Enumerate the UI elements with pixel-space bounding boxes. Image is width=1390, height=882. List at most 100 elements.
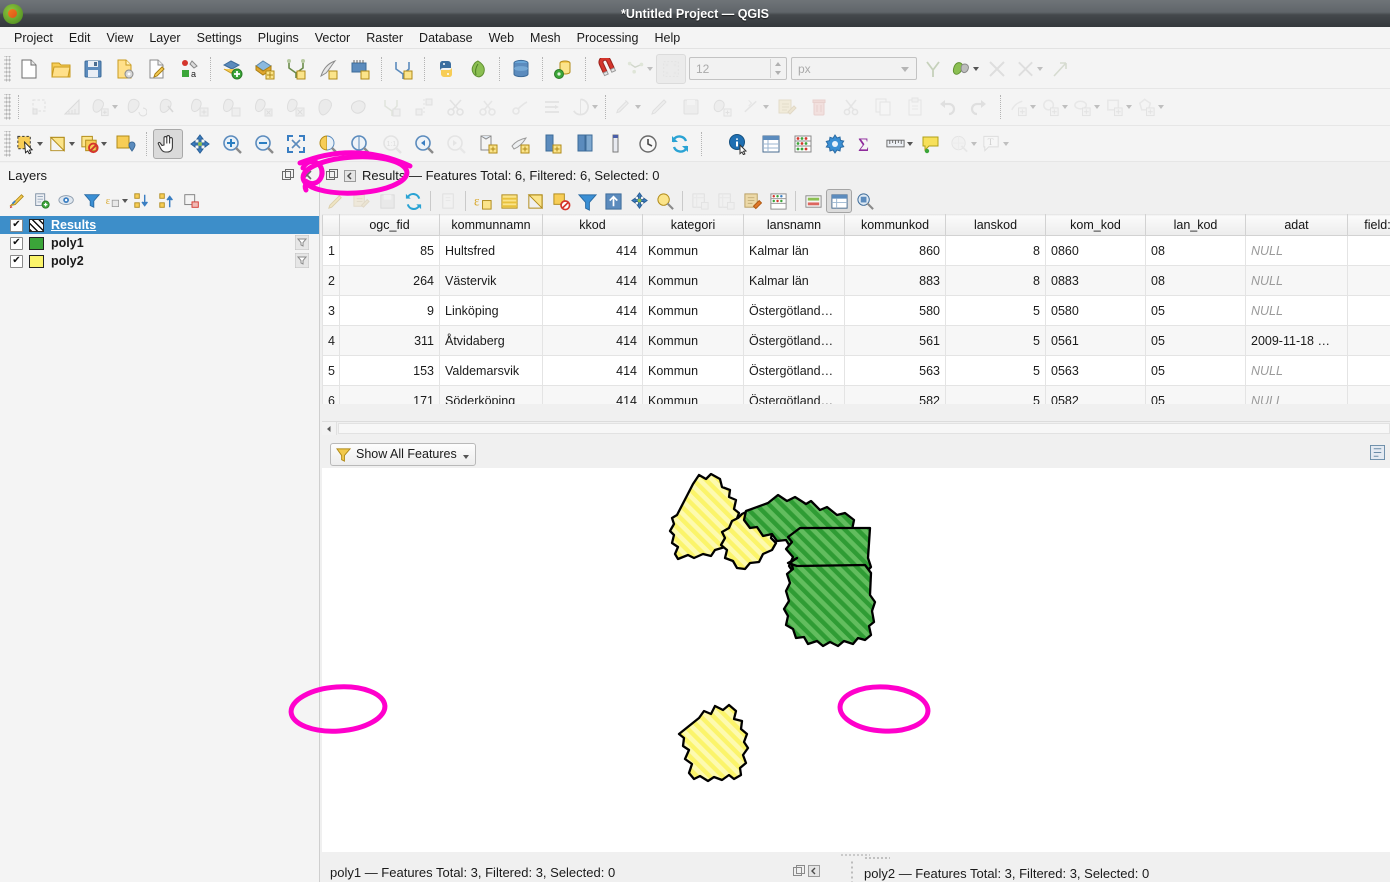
cell-kategori[interactable]: Kommun: [642, 265, 744, 296]
cell-adat[interactable]: NULL: [1245, 385, 1348, 404]
zoom-in-button[interactable]: [217, 129, 247, 159]
cell-kommunnamn[interactable]: Åtvidaberg: [439, 325, 543, 356]
cell-kommunnamn[interactable]: Västervik: [439, 265, 543, 296]
cell-lanskod[interactable]: 5: [945, 385, 1046, 404]
snapping-tolerance-input[interactable]: 12: [689, 57, 787, 80]
new-3d-map-view-button[interactable]: [505, 129, 535, 159]
cell-ogc-fid[interactable]: 311: [339, 325, 440, 356]
poly1-collapse-icon[interactable]: [808, 865, 820, 880]
vertex-tool-button[interactable]: [153, 92, 183, 122]
chevron-down-icon[interactable]: [1158, 105, 1164, 109]
rotate-point-symbols-button[interactable]: [569, 92, 599, 122]
cut-button[interactable]: [836, 92, 866, 122]
layer-filter-icon[interactable]: [294, 252, 310, 271]
chevron-down-icon[interactable]: [1126, 105, 1132, 109]
add-line-feature-button[interactable]: [1007, 92, 1037, 122]
copy-feature-button[interactable]: [217, 92, 247, 122]
cell-field[interactable]: [1347, 385, 1390, 404]
enable-tracing-button[interactable]: [656, 53, 686, 84]
zoom-to-selection-button[interactable]: [313, 129, 343, 159]
style-manager-button[interactable]: a: [174, 54, 204, 84]
digitize-with-segment-button[interactable]: [740, 92, 770, 122]
pan-to-selection-button[interactable]: [185, 129, 215, 159]
cell-lansnamn[interactable]: Östergötland…: [743, 385, 845, 404]
add-ellipse-feature-button[interactable]: [1071, 92, 1101, 122]
new-field-button[interactable]: [687, 189, 713, 213]
zoom-next-button[interactable]: [441, 129, 471, 159]
cell-ogc-fid[interactable]: 153: [339, 355, 440, 386]
chevron-down-icon[interactable]: [907, 141, 913, 146]
undo-button[interactable]: [932, 92, 962, 122]
cell-kommunkod[interactable]: 561: [844, 325, 946, 356]
cell-lan-kod[interactable]: 08: [1145, 235, 1246, 266]
delete-selected-button[interactable]: [281, 92, 311, 122]
table-row[interactable]: 2 264 Västervik 414 Kommun Kalmar län 88…: [322, 265, 1390, 296]
scrollbar-track[interactable]: [338, 423, 1390, 434]
toggle-editing-button[interactable]: [644, 92, 674, 122]
undock-table-icon[interactable]: [326, 168, 340, 183]
add-circle-feature-button[interactable]: [1039, 92, 1069, 122]
col-field[interactable]: field:: [1347, 214, 1390, 236]
delete-field-button[interactable]: [713, 189, 739, 213]
pan-map-button[interactable]: [153, 128, 183, 159]
table-row[interactable]: 3 9 Linköping 414 Kommun Östergötland… 5…: [322, 295, 1390, 326]
new-map-view-button[interactable]: [473, 129, 503, 159]
cell-adat[interactable]: NULL: [1245, 265, 1348, 296]
measure-tool-button[interactable]: [601, 129, 631, 159]
menu-view[interactable]: View: [98, 29, 141, 47]
cell-lan-kod[interactable]: 05: [1145, 325, 1246, 356]
menu-plugins[interactable]: Plugins: [250, 29, 307, 47]
multi-edit-button[interactable]: [348, 189, 374, 213]
cell-kom-kod[interactable]: 0860: [1045, 235, 1146, 266]
zoom-native-resolution-button[interactable]: 1:1: [377, 129, 407, 159]
add-feature-button[interactable]: [89, 92, 119, 122]
copy-features-button[interactable]: [473, 92, 503, 122]
save-project-as-button[interactable]: [110, 54, 140, 84]
dock-table-icon[interactable]: [1370, 445, 1385, 463]
add-raster-layer-button[interactable]: [249, 54, 279, 84]
toolbar-grip[interactable]: [4, 130, 11, 157]
undock-panel-button[interactable]: [280, 167, 296, 183]
cut-features-button[interactable]: [441, 92, 471, 122]
filter-legend-button[interactable]: [79, 189, 104, 213]
delete-selected-features-button[interactable]: [804, 92, 834, 122]
chevron-down-icon[interactable]: [1003, 141, 1009, 146]
cell-ogc-fid[interactable]: 171: [339, 385, 440, 404]
cell-field[interactable]: [1347, 295, 1390, 326]
results-table-hscrollbar[interactable]: [322, 421, 1390, 435]
zoom-map-to-selection-button[interactable]: [652, 189, 678, 213]
menu-mesh[interactable]: Mesh: [522, 29, 569, 47]
table-row[interactable]: 4 311 Åtvidaberg 414 Kommun Östergötland…: [322, 325, 1390, 356]
cell-lansnamn[interactable]: Kalmar län: [743, 235, 845, 266]
conditional-formatting-button[interactable]: [765, 189, 791, 213]
cell-kommunkod[interactable]: 580: [844, 295, 946, 326]
open-project-button[interactable]: [46, 54, 76, 84]
snapping-options-button[interactable]: [624, 54, 654, 84]
col-kkod[interactable]: kkod: [542, 214, 643, 236]
pan-map-to-selection-button[interactable]: [626, 189, 652, 213]
rotate-feature-button[interactable]: [249, 92, 279, 122]
col-kategori[interactable]: kategori: [642, 214, 744, 236]
open-attribute-table-button[interactable]: [756, 129, 786, 159]
filter-selection-button[interactable]: [574, 189, 600, 213]
self-snapping-button[interactable]: [1046, 54, 1076, 84]
current-edits-button[interactable]: [612, 92, 642, 122]
zoom-last-button[interactable]: [409, 129, 439, 159]
python-console-button[interactable]: [431, 54, 461, 84]
layer-visibility-checkbox[interactable]: [10, 218, 23, 232]
avoid-overlap-button[interactable]: [982, 54, 1012, 84]
cell-kommunnamn[interactable]: Valdemarsvik: [439, 355, 543, 386]
paste-button[interactable]: [900, 92, 930, 122]
open-field-calculator-button[interactable]: [739, 189, 765, 213]
add-regular-polygon-button[interactable]: [1135, 92, 1165, 122]
scroll-left-button[interactable]: [322, 422, 337, 435]
modify-attributes-button[interactable]: [185, 92, 215, 122]
menu-help[interactable]: Help: [646, 29, 688, 47]
chevron-down-icon[interactable]: [1030, 105, 1036, 109]
add-delimited-text-layer-button[interactable]: [281, 54, 311, 84]
layer-item-poly1[interactable]: poly1: [0, 234, 319, 252]
chevron-down-icon[interactable]: [592, 105, 598, 109]
cell-lansnamn[interactable]: Östergötland…: [743, 295, 845, 326]
cell-lansnamn[interactable]: Östergötland…: [743, 325, 845, 356]
menu-web[interactable]: Web: [481, 29, 522, 47]
